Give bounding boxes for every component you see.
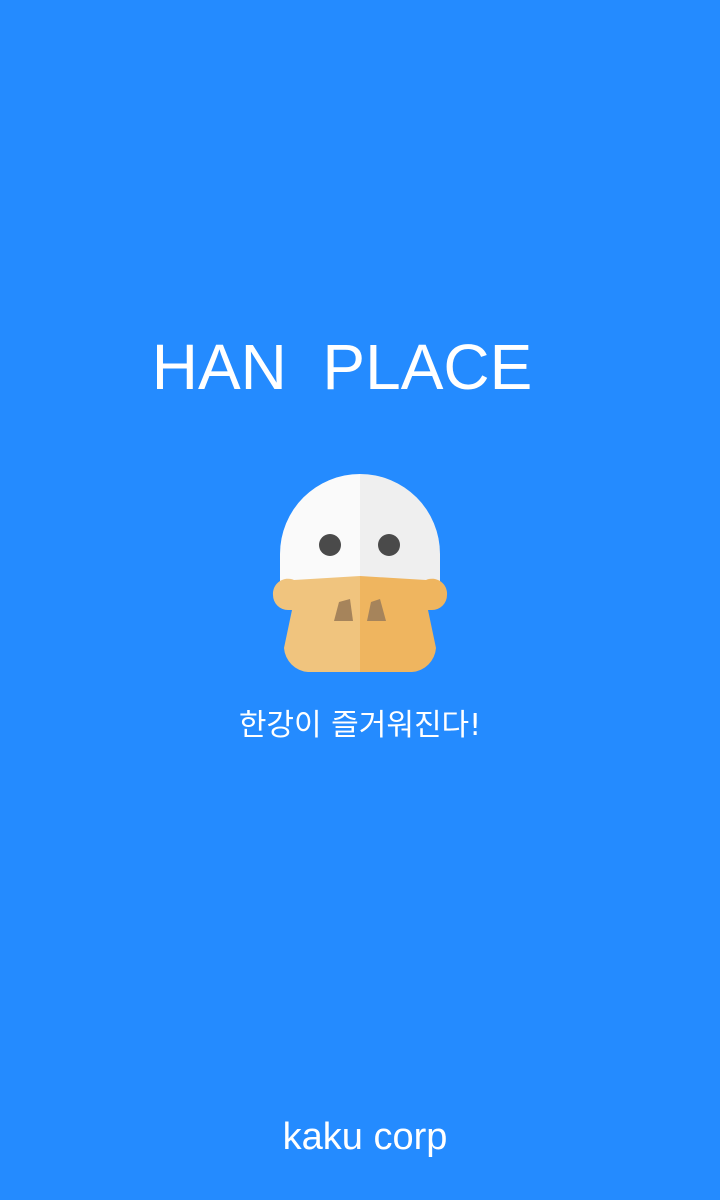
mascot-left-eye (319, 534, 341, 556)
tagline: 한강이 즐거워진다! (238, 708, 482, 743)
mascot-head-right (360, 474, 440, 584)
mascot-beak-left (272, 576, 360, 672)
mascot-head-left (280, 474, 360, 584)
duck-mascot-icon (272, 474, 448, 672)
splash-screen: HAN PLACE 한강이 즐거워진다! kaku corp (0, 0, 720, 1200)
company-name: kaku corp (282, 1116, 448, 1158)
mascot-right-eye (378, 534, 400, 556)
mascot-beak-right (360, 576, 448, 672)
app-title: HAN PLACE (151, 331, 533, 403)
